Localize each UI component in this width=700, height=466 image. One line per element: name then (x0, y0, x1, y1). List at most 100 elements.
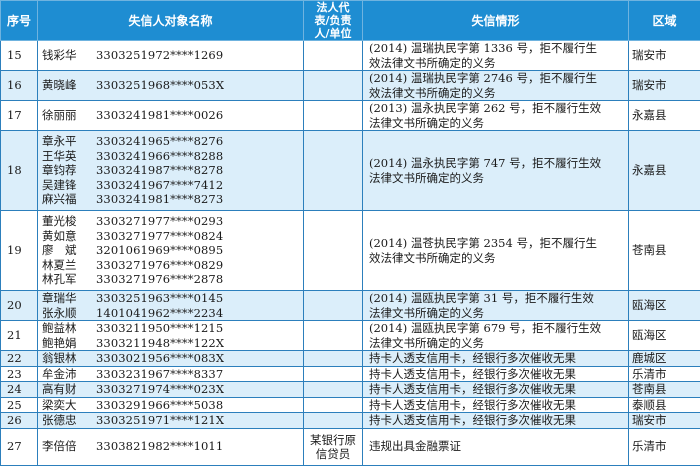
violation-detail-cell: 持卡人透支信用卡，经银行多次催收无果 (363, 397, 629, 413)
person-id-number: 3303211950****1215 (96, 321, 223, 336)
table-row: 19董光梭3303271977****0293黄如意3303271977****… (1, 211, 700, 291)
person-entry: 章钧荐3303241987****8278 (42, 163, 299, 178)
violation-detail-line: (2014) 温瑞执民字第 2746 号，拒不履行生 (369, 71, 626, 86)
person-name: 梁奕大 (42, 398, 96, 413)
person-entry: 鲍益林3303211950****1215 (42, 321, 299, 336)
person-id-number: 3303211948****122X (96, 336, 224, 351)
person-name: 鲍益林 (42, 321, 96, 336)
violation-detail-cell: (2013) 温永执民字第 262 号，拒不履行生效法律文书所确定的义务 (363, 101, 629, 131)
legal-rep-cell (304, 351, 363, 367)
row-number: 17 (1, 101, 38, 131)
person-entry: 张永顺1401041962****2234 (42, 306, 299, 321)
person-id-number: 3303271974****023X (96, 382, 224, 397)
region-cell: 乐清市 (629, 366, 700, 382)
person-id-number: 3303241981****0026 (96, 108, 223, 123)
person-entry: 钱彩华3303251972****1269 (42, 48, 299, 63)
legal-rep-cell (304, 291, 363, 321)
violation-detail-line: 法律文书所确定的义务 (369, 336, 626, 351)
legal-rep-cell (304, 71, 363, 101)
row-number: 18 (1, 131, 38, 211)
legal-rep-cell (304, 397, 363, 413)
table-body: 15钱彩华3303251972****1269(2014) 温瑞执民字第 133… (1, 41, 700, 466)
row-number: 15 (1, 41, 38, 71)
person-name: 麻兴福 (42, 192, 96, 207)
row-number: 22 (1, 351, 38, 367)
region-cell: 苍南县 (629, 382, 700, 398)
person-id-number: 3303241967****7412 (96, 178, 223, 193)
header-no: 序号 (1, 1, 38, 41)
table-row: 20章瑞华3303251963****0145张永顺1401041962****… (1, 291, 700, 321)
person-entry: 翁银林3303021956****083X (42, 351, 299, 366)
header-rep-line: 人/单位 (304, 27, 362, 40)
table-row: 22 翁银林3303021956****083X 持卡人透支信用卡，经银行多次催收无… (1, 351, 700, 367)
person-id-number: 3303251972****1269 (96, 48, 223, 63)
person-id-number: 3303821982****1011 (96, 439, 223, 454)
person-entry: 黄如意3303271977****0824 (42, 229, 299, 244)
violation-detail-line: 违规出具金融票证 (369, 439, 626, 454)
violation-detail-cell: 持卡人透支信用卡，经银行多次催收无果 (363, 366, 629, 382)
person-entry: 张德忠3303251971****121X (42, 413, 299, 428)
person-cell: 黄晓峰3303251968****053X (38, 71, 304, 101)
table-row: 15钱彩华3303251972****1269(2014) 温瑞执民字第 133… (1, 41, 700, 71)
person-id-number: 3303241987****8278 (96, 163, 223, 178)
person-name: 章永平 (42, 134, 96, 149)
region-cell: 瑞安市 (629, 41, 700, 71)
person-cell: 章瑞华3303251963****0145张永顺1401041962****22… (38, 291, 304, 321)
header-name: 失信人对象名称 (38, 1, 304, 41)
person-name: 张永顺 (42, 306, 96, 321)
dishonest-persons-table: 序号 失信人对象名称 法人代 表/负责 人/单位 失信情形 区域 15钱彩华33… (0, 0, 700, 466)
violation-detail-cell: (2014) 温苍执民字第 2354 号，拒不履行生效法律文书所确定的义务 (363, 211, 629, 291)
region-cell: 苍南县 (629, 211, 700, 291)
person-name: 章钧荐 (42, 163, 96, 178)
person-cell: 董光梭3303271977****0293黄如意3303271977****08… (38, 211, 304, 291)
person-entry: 徐丽丽3303241981****0026 (42, 108, 299, 123)
row-number: 20 (1, 291, 38, 321)
person-id-number: 3201061969****0895 (96, 243, 223, 258)
legal-rep-line: 信贷员 (304, 447, 362, 461)
person-entry: 廖 斌3201061969****0895 (42, 243, 299, 258)
person-name: 牟金沛 (42, 367, 96, 382)
person-entry: 吴建锋3303241967****7412 (42, 178, 299, 193)
table-header-row: 序号 失信人对象名称 法人代 表/负责 人/单位 失信情形 区域 (1, 1, 700, 41)
region-cell: 瑞安市 (629, 413, 700, 429)
person-entry: 高有财3303271974****023X (42, 382, 299, 397)
person-name: 翁银林 (42, 351, 96, 366)
row-number: 19 (1, 211, 38, 291)
violation-detail-cell: (2014) 温瑞执民字第 2746 号，拒不履行生效法律文书所确定的义务 (363, 71, 629, 101)
person-name: 林夏兰 (42, 258, 96, 273)
row-number: 23 (1, 366, 38, 382)
violation-detail-cell: 持卡人透支信用卡，经银行多次催收无果 (363, 351, 629, 367)
person-entry: 黄晓峰3303251968****053X (42, 78, 299, 93)
person-id-number: 3303291966****5038 (96, 398, 223, 413)
person-name: 钱彩华 (42, 48, 96, 63)
person-cell: 牟金沛3303231967****8337 (38, 366, 304, 382)
person-id-number: 1401041962****2234 (96, 306, 223, 321)
person-entry: 王华英3303241966****8288 (42, 149, 299, 164)
region-cell: 瓯海区 (629, 321, 700, 351)
violation-detail-cell: 持卡人透支信用卡，经银行多次催收无果 (363, 382, 629, 398)
violation-detail-line: 持卡人透支信用卡，经银行多次催收无果 (369, 351, 626, 366)
person-entry: 牟金沛3303231967****8337 (42, 367, 299, 382)
person-id-number: 3303241981****8273 (96, 192, 223, 207)
violation-detail-line: 效法律文书所确定的义务 (369, 86, 626, 101)
person-id-number: 3303271976****0829 (96, 258, 223, 273)
region-cell: 永嘉县 (629, 131, 700, 211)
violation-detail-cell: (2014) 温瓯执民字第 679 号，拒不履行生效法律文书所确定的义务 (363, 321, 629, 351)
violation-detail-line: 法律文书所确定的义务 (369, 171, 626, 186)
row-number: 16 (1, 71, 38, 101)
table-row: 16 黄晓峰3303251968****053X (2014) 温瑞执民字第 274… (1, 71, 700, 101)
legal-rep-cell (304, 321, 363, 351)
violation-detail-line: (2014) 温瓯执民字第 679 号，拒不履行生效 (369, 321, 626, 336)
person-id-number: 3303271976****2878 (96, 272, 223, 287)
person-cell: 钱彩华3303251972****1269 (38, 41, 304, 71)
person-name: 林孔军 (42, 272, 96, 287)
table-row: 18章永平3303241965****8276王华英3303241966****… (1, 131, 700, 211)
row-number: 26 (1, 413, 38, 429)
legal-rep-cell (304, 366, 363, 382)
person-id-number: 3303251963****0145 (96, 291, 223, 306)
person-entry: 董光梭3303271977****0293 (42, 214, 299, 229)
person-cell: 章永平3303241965****8276王华英3303241966****82… (38, 131, 304, 211)
person-name: 黄如意 (42, 229, 96, 244)
person-cell: 鲍益林3303211950****1215鲍艳娟3303211948****12… (38, 321, 304, 351)
person-entry: 梁奕大3303291966****5038 (42, 398, 299, 413)
